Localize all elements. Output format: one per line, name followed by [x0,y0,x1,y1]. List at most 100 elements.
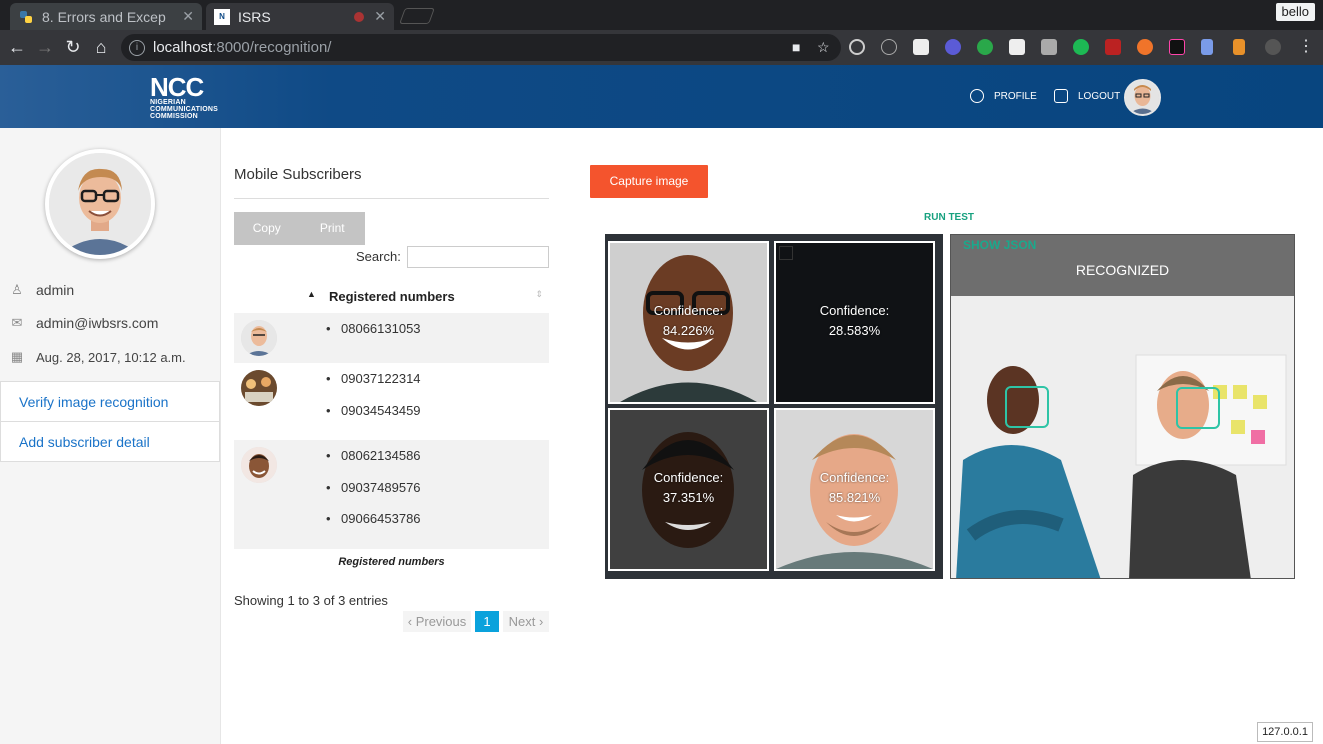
face-tile: Confidence: 85.821% [774,408,935,571]
bookmark-star-icon[interactable]: ☆ [817,39,830,56]
forward-arrow-icon[interactable]: → [34,36,56,58]
extension-r-icon[interactable] [945,39,961,55]
phone-number: 08062134586 [326,448,420,463]
phone-number: 09066453786 [326,511,420,526]
user-avatar[interactable] [1124,79,1161,116]
email-row: ✉ admin@iwbsrs.com [10,315,159,331]
profile-photo [45,149,155,259]
run-test-link[interactable]: RUN TEST [924,212,974,223]
recognition-result-panel: SHOW JSON RECOGNIZED [950,234,1295,579]
search-input[interactable] [407,246,549,268]
browser-profile-name[interactable]: bello [1275,3,1315,21]
username: admin [36,282,75,298]
new-tab-button[interactable] [399,8,435,24]
add-subscriber-detail-link[interactable]: Add subscriber detail [0,421,220,462]
subscriber-avatar [241,320,277,356]
copy-button[interactable]: Copy [234,212,300,245]
logout-link[interactable]: LOGOUT [1054,89,1120,103]
ncc-logo[interactable]: NCC NIGERIAN COMMUNICATIONS COMMISSION [150,74,218,120]
browser-toolbar: ← → ↻ ⌂ i localhost:8000/recognition/ ■ … [0,30,1323,65]
print-button[interactable]: Print [300,212,366,245]
confidence-label: Confidence: 85.821% [819,470,890,505]
table-row: 09037122314 09034543459 [234,363,549,440]
site-info-icon[interactable]: i [129,39,145,56]
extension-a-icon[interactable] [881,39,897,55]
ncc-favicon-icon: N [214,8,230,25]
sort-asc-icon: ▲ [307,289,316,299]
sidebar: ♙ admin ✉ admin@iwbsrs.com ▦ Aug. 28, 20… [0,128,221,744]
table-header[interactable]: ▲ Registered numbers ⇕ [234,282,549,312]
email: admin@iwbsrs.com [36,315,159,331]
column-header: Registered numbers [329,289,455,304]
python-icon [18,9,34,25]
confidence-label: Confidence: 84.226% [653,303,724,338]
capture-image-button[interactable]: Capture image [590,165,708,198]
rocket-icon [1054,89,1068,103]
previous-page-button[interactable]: ‹ Previous [403,611,471,632]
phone-number: 09037489576 [326,480,420,495]
table-info: Showing 1 to 3 of 3 entries [234,593,388,608]
joined-date: Aug. 28, 2017, 10:12 a.m. [36,349,186,365]
browser-tab-isrs[interactable]: N ISRS ✕ [206,3,394,30]
phone-number: 09034543459 [326,403,420,418]
table-footer: Registered numbers [338,556,445,568]
phone-number: 08066131053 [326,321,420,336]
app-header: NCC NIGERIAN COMMUNICATIONS COMMISSION P… [0,65,1323,128]
phone-number: 09037122314 [326,371,420,386]
broken-image-icon [779,246,793,260]
camera-icon[interactable]: ■ [792,39,800,55]
table-row: 08062134586 09037489576 09066453786 [234,440,549,549]
table-export-buttons: Copy Print [234,212,365,245]
face-detection-box [1176,387,1220,429]
face-tile: Confidence: 84.226% [608,241,769,404]
current-page-button[interactable]: 1 [475,611,499,632]
user-icon: ♙ [11,282,23,297]
sort-icon: ⇕ [535,289,543,299]
divider [234,198,549,199]
url-host: localhost [153,39,213,56]
extension-puzzle-icon[interactable] [913,39,929,55]
show-json-link[interactable]: SHOW JSON [963,238,1036,252]
extension-dj-icon[interactable] [1009,39,1025,55]
subscriber-avatar [241,447,277,483]
close-tab-icon[interactable]: ✕ [374,8,386,25]
status-host: 127.0.0.1 [1257,722,1313,742]
date-row: ▦ Aug. 28, 2017, 10:12 a.m. [10,349,186,365]
extension-dark-icon[interactable] [1265,39,1281,55]
back-arrow-icon[interactable]: ← [6,36,28,58]
close-tab-icon[interactable]: ✕ [182,8,194,25]
extension-green-icon[interactable] [977,39,993,55]
extension-red-icon[interactable] [1105,39,1121,55]
face-tile: Confidence: 37.351% [608,408,769,571]
face-tile: Confidence: 28.583% [774,241,935,404]
home-icon[interactable]: ⌂ [90,36,112,58]
extension-leaf-icon[interactable] [1073,39,1089,55]
extension-lifebuoy-icon[interactable] [1137,39,1153,55]
next-page-button[interactable]: Next › [503,611,549,632]
browser-menu-icon[interactable]: ⋮ [1295,36,1317,58]
face-grid-panel: Confidence: 84.226% Confidence: 28.583% … [605,234,943,579]
result-header: SHOW JSON RECOGNIZED [951,235,1294,296]
extension-dj-grey-icon[interactable] [1041,39,1057,55]
profile-link[interactable]: PROFILE [970,89,1037,103]
username-row: ♙ admin [10,282,74,298]
address-bar[interactable]: i localhost:8000/recognition/ ■ ☆ [121,34,841,61]
envelope-icon: ✉ [11,315,23,330]
search-label: Search: [356,249,401,264]
extension-target-icon[interactable] [849,39,865,55]
extension-pen-icon[interactable] [1201,39,1213,55]
tab-title: 8. Errors and Excep [42,8,166,25]
table-row: 08066131053 [234,313,549,363]
reload-icon[interactable]: ↻ [62,36,84,58]
url-path: :8000/recognition/ [212,39,332,56]
result-status: RECOGNIZED [1075,262,1170,278]
confidence-label: Confidence: 28.583% [819,303,890,338]
verify-image-recognition-link[interactable]: Verify image recognition [0,381,220,422]
face-detection-box [1005,386,1049,428]
browser-tab-strip: 8. Errors and Excep ✕ N ISRS ✕ bello [0,0,1323,30]
calendar-icon: ▦ [10,349,24,364]
extension-tool-icon[interactable] [1233,39,1245,55]
browser-tab-errors[interactable]: 8. Errors and Excep ✕ [10,3,202,30]
extension-color-icon[interactable] [1169,39,1185,55]
section-title: Mobile Subscribers [234,166,362,183]
